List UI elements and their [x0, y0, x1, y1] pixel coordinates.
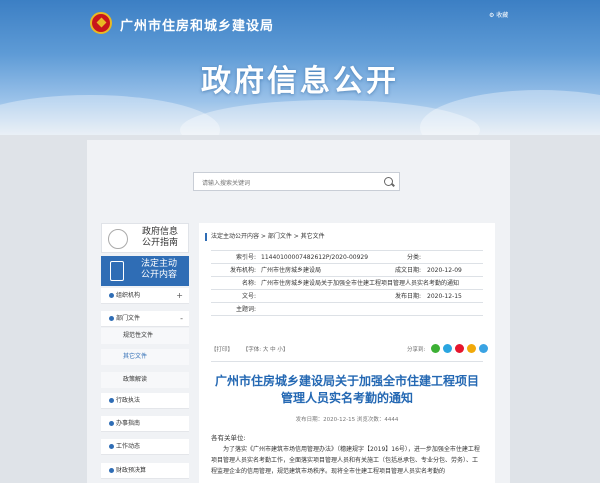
guide-label-2: 公开指南 — [142, 238, 179, 248]
location-marker-icon — [205, 232, 207, 241]
site-title[interactable]: 广州市住房和城乡建设局 — [120, 15, 274, 34]
weibo-share-icon[interactable] — [455, 344, 464, 353]
sidebar-item-label: 组织机构 — [116, 292, 141, 299]
breadcrumb-text[interactable]: 法定主动公开内容 > 部门文件 > 其它文件 — [211, 233, 325, 240]
bullet-icon — [109, 398, 114, 403]
expand-icon[interactable]: + — [176, 288, 183, 304]
sidebar-item-enforcement[interactable]: 行政执法 — [101, 393, 189, 409]
sidebar-item-news[interactable]: 工作动态 — [101, 439, 189, 455]
compass-icon — [108, 229, 128, 249]
guide-label-1: 政府信息 — [142, 227, 179, 237]
more-share-icon[interactable] — [479, 344, 488, 353]
sidebar-item-label: 行政执法 — [116, 397, 141, 404]
article-body: 为了落实《广州市建筑市场信用管理办法》（穗建规字【2019】16号），进一步加强… — [211, 446, 480, 475]
sidebar-guide[interactable]: 政府信息 公开指南 — [101, 223, 189, 253]
font-size-selector[interactable]: 【字体: 大 中 小】 — [243, 347, 289, 353]
print-button[interactable]: 【打印】 — [211, 347, 233, 353]
search-input[interactable]: 请输入搜索关键词 — [202, 178, 250, 187]
legal-label-1: 法定主动 — [141, 259, 178, 269]
article-tools: 【打印】 【字体: 大 中 小】 分享到: — [211, 344, 488, 357]
breadcrumb[interactable]: 法定主动公开内容 > 部门文件 > 其它文件 — [205, 231, 325, 241]
page-title: 政府信息公开 — [201, 64, 399, 99]
meta-row: 主题词: — [211, 303, 483, 316]
bullet-icon — [109, 293, 114, 298]
search-box[interactable]: 请输入搜索关键词 — [193, 172, 400, 191]
meta-key: 索引号: — [235, 254, 256, 261]
search-icon[interactable] — [384, 177, 393, 186]
meta-row: 名称: 广州市住房城乡建设局关于加强全市住建工程项目管理人员实名考勤的通知 — [211, 277, 483, 290]
share-label: 分享到: — [407, 347, 426, 353]
bullet-icon — [109, 316, 114, 321]
bullet-icon — [109, 444, 114, 449]
sidebar-item-label: 财政预决算 — [116, 467, 147, 474]
meta-row: 发布机构: 广州市住房城乡建设局 成文日期: 2020-12-09 — [211, 264, 483, 277]
content-area: 法定主动公开内容 > 部门文件 > 其它文件 索引号: 114401000074… — [199, 223, 495, 483]
meta-key: 发布日期: — [394, 293, 421, 300]
wechat-share-icon[interactable] — [431, 344, 440, 353]
bullet-icon — [109, 421, 114, 426]
divider — [211, 361, 483, 362]
sidebar-item-budget[interactable]: 财政预决算 — [101, 463, 189, 479]
meta-key: 主题词: — [235, 306, 256, 313]
sidebar-item-guide[interactable]: 办事指南 — [101, 416, 189, 432]
sidebar-sub-other[interactable]: 其它文件 — [101, 349, 189, 365]
meta-value: 2020-12-09 — [427, 267, 462, 274]
favorite-link[interactable]: ⚙ 收藏 — [489, 10, 508, 19]
header-banner: 广州市住房和城乡建设局 ⚙ 收藏 政府信息公开 — [0, 0, 600, 135]
meta-key: 分类: — [406, 254, 421, 261]
meta-value: 广州市住房城乡建设局关于加强全市住建工程项目管理人员实名考勤的通知 — [261, 280, 460, 287]
meta-key: 文号: — [241, 293, 256, 300]
sidebar: 政府信息 公开指南 法定主动 公开内容 组织机构 + 部门文件 - 规范性文件 其它文件… — [101, 223, 189, 483]
meta-key: 发布机构: — [229, 267, 256, 274]
metadata-table: 索引号: 11440100007482612P/2020-00929 分类: 发… — [211, 250, 483, 316]
favorite-label: 收藏 — [496, 12, 509, 19]
meta-value: 广州市住房城乡建设局 — [261, 267, 322, 274]
national-emblem-icon — [90, 12, 112, 34]
legal-label-2: 公开内容 — [141, 270, 178, 280]
article-salutation: 各有关单位: — [211, 434, 246, 442]
sidebar-item-label: 部门文件 — [116, 315, 141, 322]
article-title: 广州市住房城乡建设局关于加强全市住建工程项目管理人员实名考勤的通知 — [214, 374, 479, 405]
sidebar-item-org[interactable]: 组织机构 + — [101, 288, 189, 304]
bullet-icon — [109, 468, 114, 473]
meta-value: 11440100007482612P/2020-00929 — [261, 254, 369, 261]
sidebar-item-label: 工作动态 — [116, 443, 141, 450]
sidebar-sub-policy[interactable]: 政策解读 — [101, 372, 189, 388]
meta-value: 2020-12-15 — [427, 293, 462, 300]
meta-key: 名称: — [241, 280, 256, 287]
sidebar-sub-normative[interactable]: 规范性文件 — [101, 328, 189, 344]
meta-row: 索引号: 11440100007482612P/2020-00929 分类: — [211, 251, 483, 264]
qq-share-icon[interactable] — [443, 344, 452, 353]
sidebar-item-label: 办事指南 — [116, 420, 141, 427]
collapse-icon[interactable]: - — [180, 311, 183, 327]
qzone-share-icon[interactable] — [467, 344, 476, 353]
meta-key: 成文日期: — [394, 267, 421, 274]
meta-row: 文号: 发布日期: 2020-12-15 — [211, 290, 483, 303]
document-icon — [110, 261, 124, 281]
sidebar-legal-content[interactable]: 法定主动 公开内容 — [101, 256, 189, 286]
article-info: 发布日期：2020-12-15 浏览次数：4444 — [295, 417, 399, 423]
sidebar-item-dept-docs[interactable]: 部门文件 - — [101, 311, 189, 327]
